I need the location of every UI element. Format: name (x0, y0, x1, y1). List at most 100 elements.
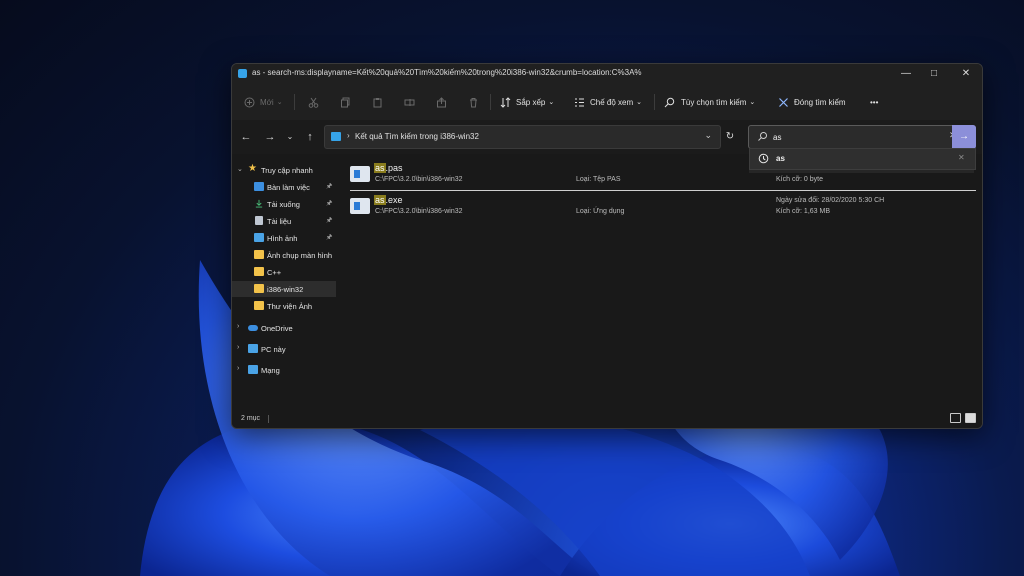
result-row[interactable]: as.exe C:\FPC\3.2.0\bin\i386-win32 Loại:… (344, 194, 976, 224)
folder-icon (254, 301, 264, 310)
share-icon (437, 96, 446, 107)
details-view-button[interactable] (950, 413, 961, 423)
new-button[interactable]: Mới ⌄ (244, 94, 283, 110)
large-icons-view-button[interactable] (965, 413, 976, 423)
file-explorer-window: as - search-ms:displayname=Kết%20quả%20T… (231, 63, 983, 429)
folder-icon (254, 250, 264, 259)
search-suggestion-item[interactable]: as ✕ (749, 148, 976, 170)
sidebar-item-documents[interactable]: Tài liệu 🖈 (232, 213, 336, 229)
row-divider (350, 190, 976, 191)
file-size: Kích cỡ: 1,63 MB (776, 208, 831, 215)
chevron-down-icon: ⌄ (548, 99, 555, 106)
folder-icon (254, 267, 264, 276)
expand-chevron-icon[interactable]: › (237, 365, 239, 372)
status-bar: 2 mục (232, 410, 982, 428)
sidebar-item-label: Tài liệu (267, 217, 292, 226)
chevron-down-icon: ⌄ (749, 99, 756, 106)
rename-button[interactable] (404, 94, 415, 110)
more-label: ••• (870, 97, 879, 107)
search-input[interactable] (773, 130, 923, 144)
star-icon: ★ (248, 163, 257, 174)
search-options-icon (664, 97, 675, 107)
close-window-button[interactable]: ✕ (950, 64, 982, 84)
cut-button[interactable] (308, 94, 319, 110)
file-path: C:\FPC\3.2.0\bin\i386-win32 (375, 208, 463, 215)
expand-chevron-icon[interactable]: › (237, 323, 239, 330)
sidebar-item-label: Truy cập nhanh (261, 166, 313, 175)
view-button[interactable]: Chế độ xem ⌄ (574, 94, 642, 110)
new-label: Mới (260, 97, 274, 107)
item-count: 2 mục (241, 415, 261, 422)
toolbar-divider (490, 94, 491, 110)
file-size: Kích cỡ: 0 byte (776, 176, 824, 183)
search-box[interactable]: ✕ → (748, 125, 976, 149)
folder-icon (254, 284, 264, 293)
document-icon (255, 216, 263, 225)
address-dropdown-icon[interactable]: ⌄ (704, 130, 712, 141)
toolbar-divider (654, 94, 655, 110)
chevron-down-icon: ⌄ (276, 99, 283, 106)
remove-suggestion-icon[interactable]: ✕ (958, 153, 965, 162)
sidebar-item-label: Bàn làm việc (267, 183, 310, 192)
address-bar[interactable]: › Kết quả Tìm kiếm trong i386-win32 ⌄ (324, 125, 721, 149)
pin-icon: 🖈 (326, 234, 333, 241)
sidebar-item-screenshots[interactable]: Ảnh chụp màn hình (232, 247, 336, 263)
explorer-app-icon (238, 69, 247, 78)
sidebar-item-onedrive[interactable]: › OneDrive (232, 320, 336, 336)
sort-icon (500, 96, 511, 108)
sidebar-item-pictures[interactable]: Hình ảnh 🖈 (232, 230, 336, 246)
suggestion-text: as (776, 154, 785, 163)
close-search-label: Đóng tìm kiếm (794, 97, 846, 107)
breadcrumb-chevron-icon: › (347, 131, 350, 140)
back-button[interactable]: ← (238, 129, 254, 145)
sidebar-item-network[interactable]: › Mạng (232, 362, 336, 378)
expand-chevron-icon[interactable]: › (237, 344, 239, 351)
pictures-icon (254, 233, 264, 242)
close-search-button[interactable]: Đóng tìm kiếm (778, 94, 846, 110)
search-go-button[interactable]: → (952, 125, 976, 149)
refresh-button[interactable]: ↻ (722, 129, 738, 145)
command-bar: Mới ⌄ Sắp xếp ⌄ Chế độ xem ⌄ Tùy chọn tì… (232, 84, 982, 120)
sidebar-item-cpp[interactable]: C++ (232, 264, 336, 280)
file-name: as.exe (374, 195, 403, 205)
rename-icon (404, 98, 415, 106)
share-button[interactable] (436, 94, 447, 110)
recent-locations-button[interactable]: ⌄ (282, 129, 298, 145)
chevron-down-icon: ⌄ (636, 99, 643, 106)
file-path: C:\FPC\3.2.0\bin\i386-win32 (375, 176, 463, 183)
file-date-modified: Ngày sửa đổi: 28/02/2020 5:30 CH (776, 197, 885, 204)
more-options-button[interactable]: ••• (870, 94, 878, 110)
computer-icon (248, 344, 258, 353)
pin-icon: 🖈 (326, 183, 333, 190)
search-icon (758, 132, 767, 141)
forward-button[interactable]: → (262, 129, 278, 145)
maximize-button[interactable]: □ (918, 64, 950, 84)
plus-circle-icon (244, 97, 255, 107)
search-options-label: Tùy chọn tìm kiếm (681, 97, 747, 107)
title-bar[interactable]: as - search-ms:displayname=Kết%20quả%20T… (232, 64, 982, 84)
close-icon (779, 97, 788, 107)
sort-label: Sắp xếp (516, 97, 546, 107)
expand-chevron-icon[interactable]: ⌄ (237, 165, 243, 173)
sidebar-item-desktop[interactable]: Bàn làm việc 🖈 (232, 179, 336, 195)
pas-file-icon (350, 166, 370, 182)
search-options-button[interactable]: Tùy chọn tìm kiếm ⌄ (664, 94, 755, 110)
sidebar-item-downloads[interactable]: Tải xuống 🖈 (232, 196, 336, 212)
delete-button[interactable] (468, 94, 479, 110)
up-button[interactable]: ↑ (302, 129, 318, 145)
history-icon (758, 153, 769, 164)
file-name-rest: .exe (385, 195, 403, 205)
sidebar-item-label: C++ (267, 268, 282, 277)
match-highlight: as (374, 163, 386, 173)
sidebar-item-i386-win32[interactable]: i386-win32 (232, 281, 336, 297)
sidebar-item-quick-access[interactable]: ⌄ ★ Truy cập nhanh (232, 162, 336, 178)
sort-button[interactable]: Sắp xếp ⌄ (500, 94, 554, 110)
file-name-rest: .pas (385, 163, 403, 173)
sidebar-item-this-pc[interactable]: › PC này (232, 341, 336, 357)
copy-button[interactable] (340, 94, 351, 110)
paste-button[interactable] (372, 94, 383, 110)
scissors-icon (308, 97, 319, 108)
sidebar-item-photo-library[interactable]: Thư viện Ảnh (232, 298, 336, 314)
view-label: Chế độ xem (590, 97, 634, 107)
match-highlight: as (374, 195, 386, 205)
